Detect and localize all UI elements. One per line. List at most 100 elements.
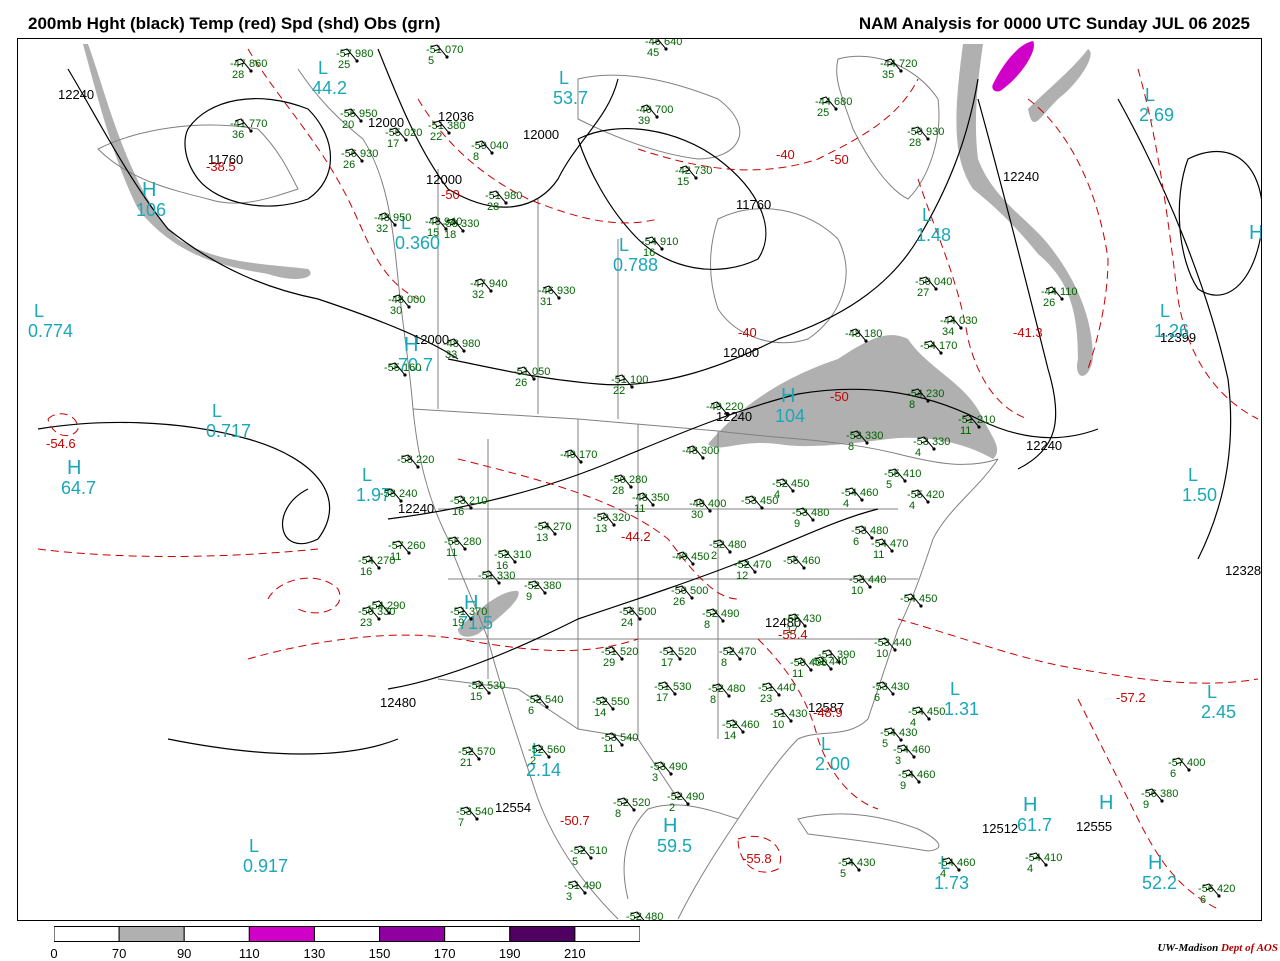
observation-dewpoint: 10 <box>772 719 784 731</box>
observation-dewpoint: 5 <box>840 868 846 880</box>
observation-dewpoint: 31 <box>540 296 552 308</box>
observation-dewpoint: 8 <box>848 441 854 453</box>
legend-color-box <box>183 926 250 942</box>
speed-center-value: 1.48 <box>916 225 951 245</box>
height-label: 12000 <box>723 345 759 360</box>
pressure-center-letter: H <box>142 179 156 201</box>
jet-core-atlantic <box>992 41 1034 92</box>
observation-dewpoint: 32 <box>376 223 388 235</box>
observation-dewpoint: 22 <box>613 385 625 397</box>
speed-center-value: 104 <box>775 406 805 426</box>
pressure-center-letter: L <box>950 679 960 699</box>
speed-center-value: 52.2 <box>1142 873 1177 893</box>
observation-dewpoint: 26 <box>1043 297 1055 309</box>
legend-tick-label: 70 <box>111 946 127 961</box>
observation-dewpoint: 2 <box>669 802 675 814</box>
observation-dewpoint: 17 <box>656 692 668 704</box>
observation-dewpoint: 26 <box>673 596 685 608</box>
map-panel: 12240 12000 12000 12000 11760 11760 12240 12000… <box>17 38 1262 921</box>
observation-dewpoint: 15 <box>470 691 482 703</box>
observation-dewpoint: 25 <box>338 59 350 71</box>
observation-dewpoint: 14 <box>594 707 606 719</box>
height-label: 12512 <box>982 821 1018 836</box>
pressure-center-letter: L <box>559 68 569 88</box>
observation-dewpoint: 3 <box>895 755 901 767</box>
observation-dewpoint: 28 <box>487 201 499 213</box>
observation-dewpoint: 23 <box>760 693 772 705</box>
chart-title-left: 200mb Hght (black) Temp (red) Spd (shd) … <box>28 14 441 33</box>
observation-dewpoint: 11 <box>634 503 645 515</box>
observation-dewpoint: 22 <box>430 131 442 143</box>
observation-dewpoint: 18 <box>444 229 456 241</box>
speed-center-value: 2.00 <box>815 754 850 774</box>
legend-color-box <box>574 926 640 942</box>
speed-center-value: 0.774 <box>28 321 73 341</box>
speed-center-value: 106 <box>136 200 166 220</box>
height-label: 12555 <box>1076 819 1112 834</box>
observation-dewpoint: 8 <box>710 694 716 706</box>
observation-dewpoint: 13 <box>536 532 548 544</box>
observation-dewpoint: 16 <box>643 247 655 259</box>
observation-dewpoint: 4 <box>843 498 849 510</box>
observation-dewpoint: 11 <box>873 549 884 561</box>
height-contour-low-alaska <box>184 98 331 207</box>
observation-dewpoint: 4 <box>774 489 780 501</box>
jet-streak-pacific <box>83 44 311 279</box>
observation-dewpoint: 35 <box>882 69 894 81</box>
height-label: 12240 <box>58 87 94 102</box>
temperature-label: -54.6 <box>46 436 76 451</box>
pressure-center-letter: L <box>34 301 44 321</box>
legend-boxes <box>54 926 640 942</box>
temperature-label: -41.3 <box>1013 325 1043 340</box>
speed-center-value: 64.7 <box>61 478 96 498</box>
pressure-center-letter: H <box>1099 792 1113 814</box>
legend-tick-label: 190 <box>498 946 521 961</box>
temperature-label: -44.2 <box>621 529 651 544</box>
height-label: 11760 <box>736 197 771 212</box>
pressure-center-letter: L <box>1207 682 1217 702</box>
speed-center-value: 2.69 <box>1139 105 1174 125</box>
height-label: 12240 <box>1003 169 1039 184</box>
temperature-contours <box>37 48 1259 910</box>
observation-dewpoint: 7 <box>458 817 464 829</box>
legend-tick-label: 90 <box>176 946 192 961</box>
legend-color-box <box>313 926 381 942</box>
observation-dewpoint: 17 <box>661 657 673 669</box>
temperature-label: -55.8 <box>742 851 772 866</box>
pressure-center-letter: H <box>781 385 795 407</box>
legend-color-box <box>248 926 315 942</box>
chart-title-right: NAM Analysis for 0000 UTC Sunday JUL 06 … <box>858 14 1250 33</box>
temperature-label: -40 <box>776 147 795 162</box>
observation-dewpoint: 15 <box>677 176 689 188</box>
observation-dewpoint: 14 <box>724 730 736 742</box>
credit-label: UW-Madison Dept of AOS <box>1157 942 1278 954</box>
observation-dewpoint: 15 <box>427 227 439 239</box>
speed-center-value: 0.917 <box>243 856 288 876</box>
observation-dewpoint: 23 <box>360 617 372 629</box>
observation-dewpoint: 10 <box>876 648 888 660</box>
observation-dewpoint: 4 <box>1027 863 1033 875</box>
height-label: 12000 <box>523 127 559 142</box>
pressure-center-letter: L <box>212 401 222 421</box>
pressure-center-letter: H <box>67 457 81 479</box>
temperature-label: -50 <box>830 389 849 404</box>
pressure-center-letter: L <box>318 58 328 78</box>
observation-dewpoint: 8 <box>909 399 915 411</box>
observation-dewpoint: 27 <box>917 287 929 299</box>
hudson-bay <box>710 208 847 344</box>
pressure-center-letter: L <box>1160 301 1170 321</box>
pressure-center-letter: L <box>619 235 629 255</box>
legend-tick-label: 0 <box>50 946 58 961</box>
observation-dewpoint: 6 <box>1200 894 1206 906</box>
map-labels: 1224012000120001200011760117601224012000… <box>28 39 1262 920</box>
speed-center-value: 61.7 <box>1017 815 1052 835</box>
height-label: 12240 <box>1026 438 1062 453</box>
observation-dewpoint: 4 <box>909 500 915 512</box>
pressure-center-letter: H <box>1249 222 1262 244</box>
observation-dewpoint: 24 <box>621 617 633 629</box>
observation-dewpoint: 19 <box>452 617 464 629</box>
temperature-label: -57.2 <box>1116 690 1146 705</box>
observation-dewpoint: 36 <box>232 129 244 141</box>
temp-contour-4 <box>37 548 319 557</box>
jet-streak-atlantic-2 <box>1028 49 1091 123</box>
